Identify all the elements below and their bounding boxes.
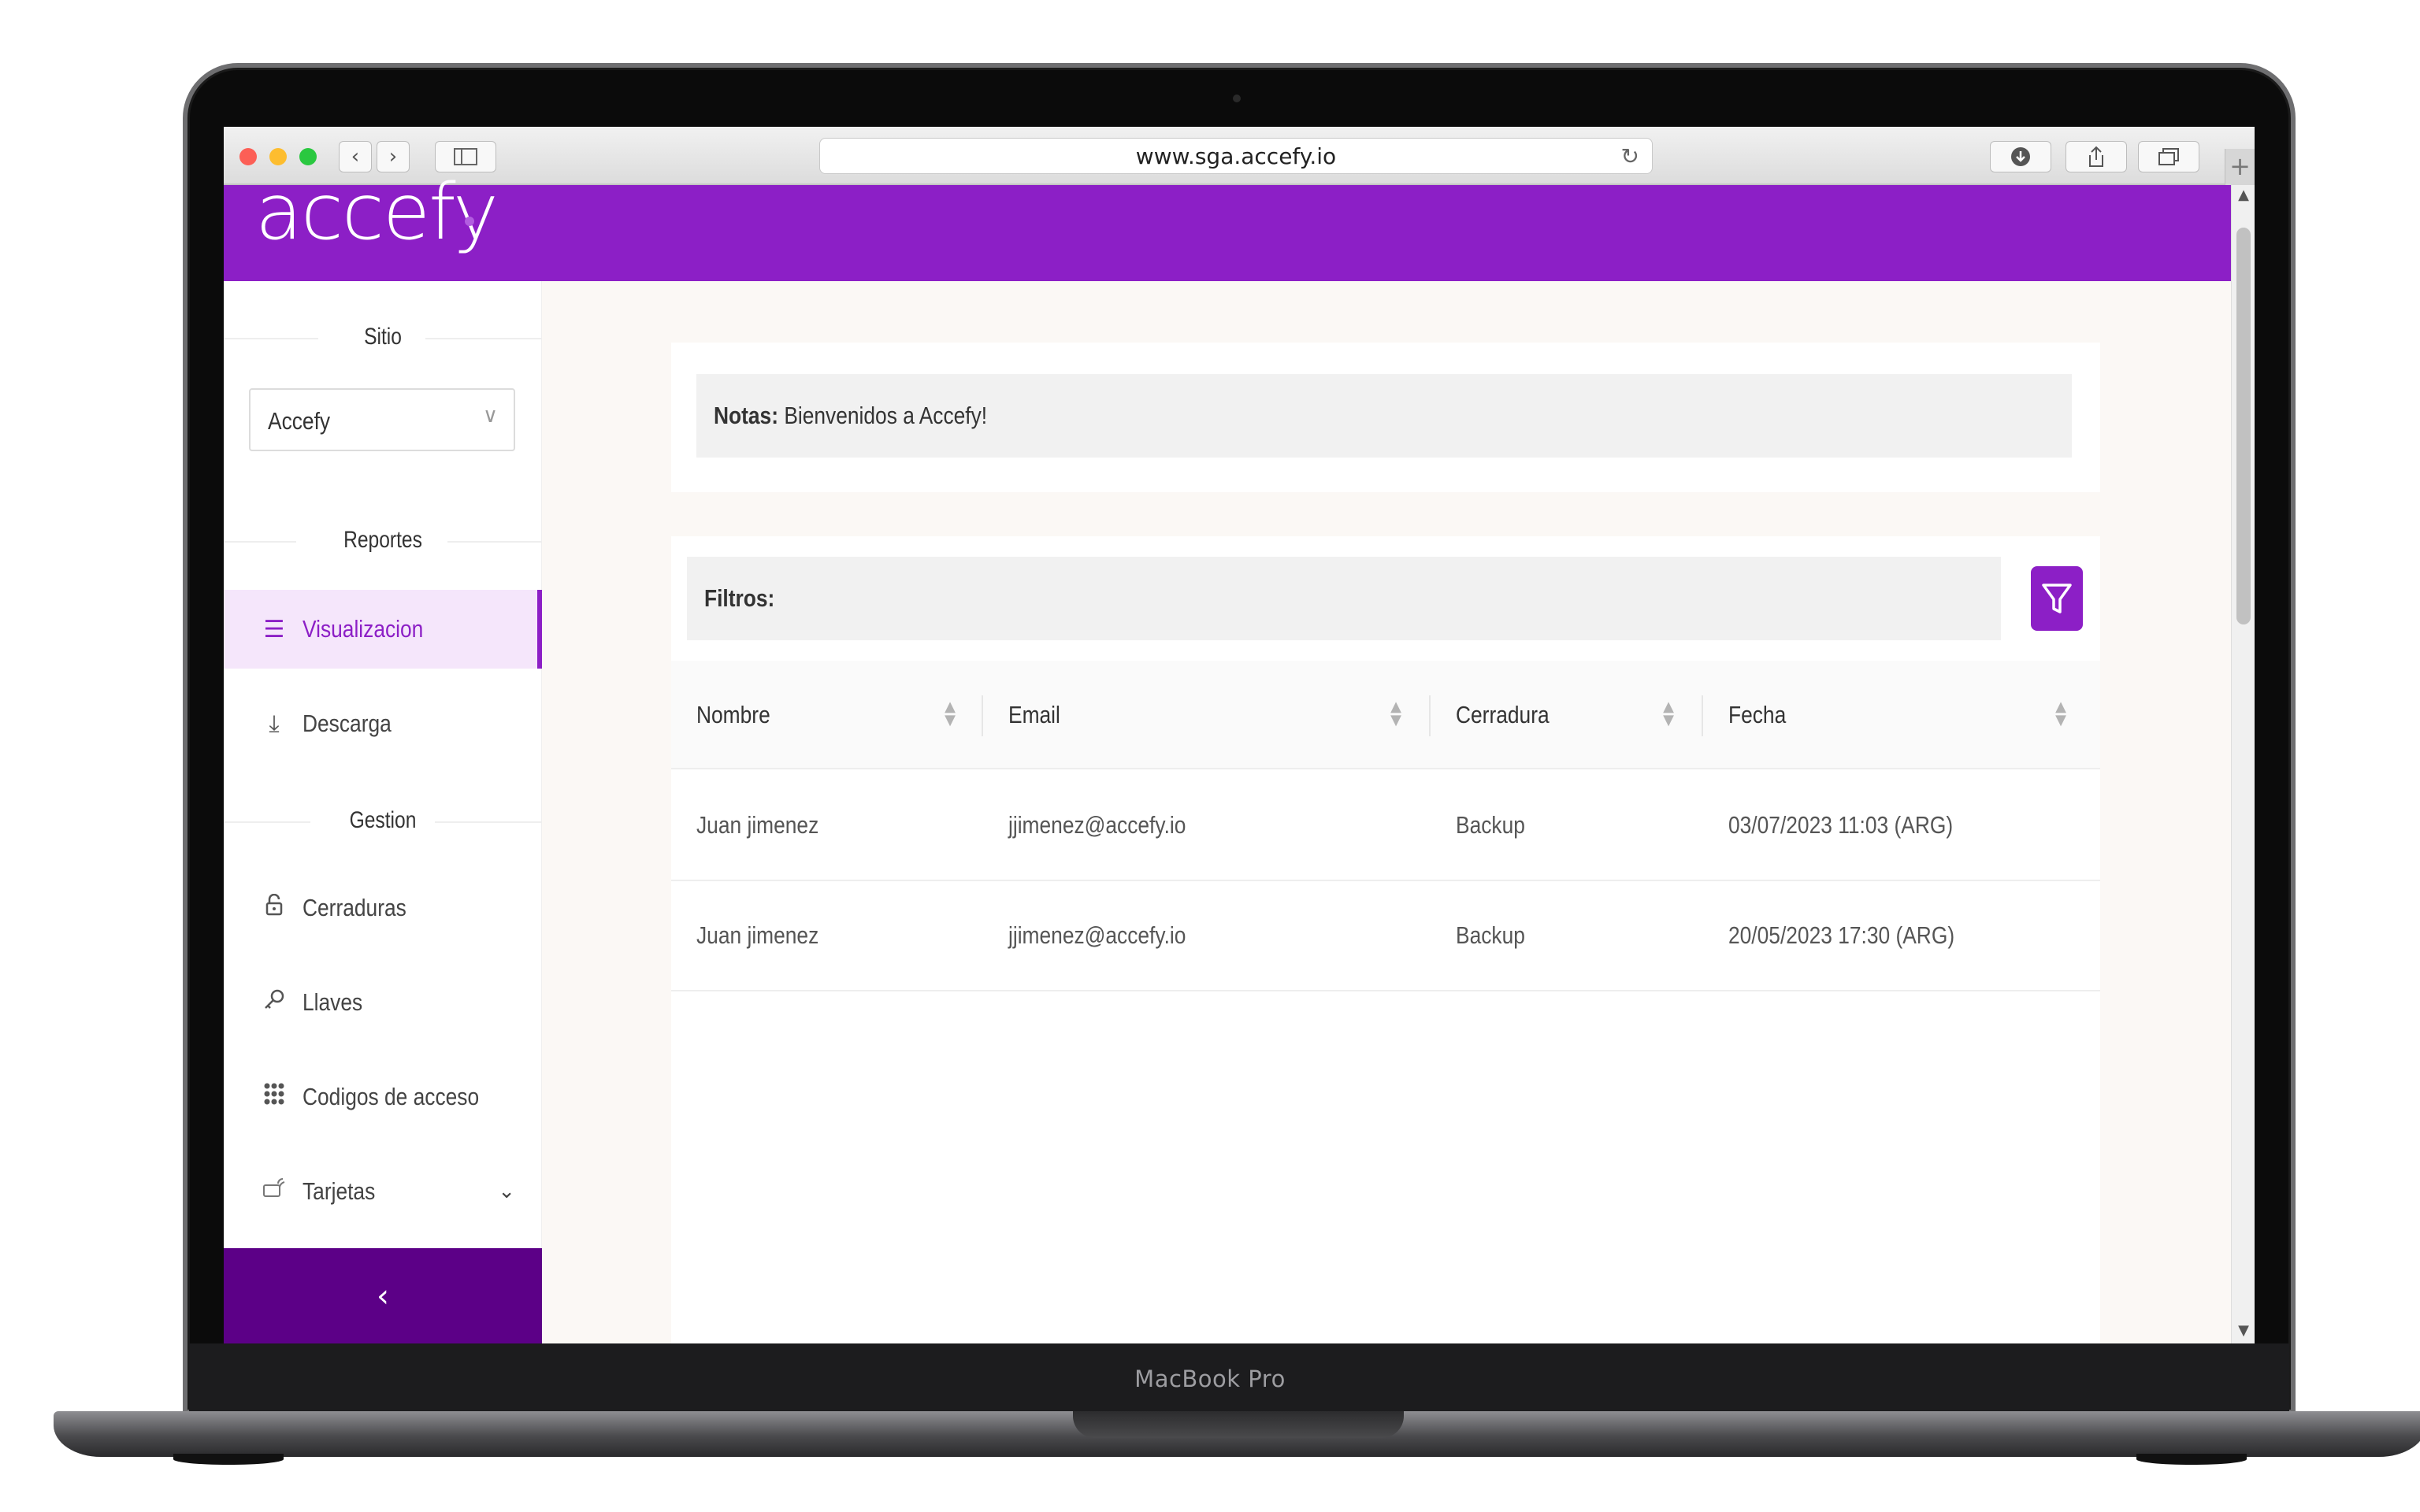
management-section-title: Gestion [349,807,417,833]
scroll-down-icon[interactable]: ▼ [2232,1322,2255,1339]
reload-icon[interactable]: ↻ [1621,143,1639,169]
chevron-down-icon[interactable]: ⌄ [498,1180,515,1203]
sidebar-item-descarga[interactable]: ⤓ Descarga [224,684,542,763]
notes-text: Bienvenidos a Accefy! [784,402,988,429]
new-tab-button[interactable]: + [2225,149,2255,185]
sort-icon[interactable]: ▲ ▼ [1661,700,1676,728]
accefy-logo[interactable]: accefy [255,168,499,258]
filters-label: Filtros: [704,584,775,612]
divider [1429,695,1431,736]
cell-cerradura: Backup [1456,921,1525,949]
column-header-cerradura[interactable]: Cerradura [1456,661,1566,769]
screen: ‹ › www.sga.accefy.io ↻ + accefy Sitio A… [224,127,2255,1343]
sidebar: Sitio Accefy ∨ Reportes ☰ Visualizacion … [224,281,542,1343]
sidebar-item-tarjetas[interactable]: Tarjetas ⌄ [224,1152,542,1231]
minimize-window-button[interactable] [269,148,287,165]
sidebar-item-codigos[interactable]: Codigos de acceso [224,1058,542,1136]
sidebar-item-cerraduras[interactable]: Cerraduras [224,869,542,947]
table-row[interactable]: Juan jimenez jjimenez@accefy.io Backup 0… [671,771,2100,881]
lock-icon [262,893,287,922]
chevron-left-icon: ‹ [351,145,360,169]
laptop-foot [173,1454,284,1465]
page-scrollbar[interactable]: ▲ ▼ [2231,185,2255,1343]
cell-email: jjimenez@accefy.io [1008,811,1186,839]
site-select[interactable]: Accefy ∨ [249,388,515,451]
sidebar-item-label: Visualizacion [302,615,424,643]
table-header: Nombre ▲ ▼ Email ▲ ▼ Cerradura ▲ ▼ Fecha ▲ ▼ [671,661,2100,769]
site-select-value: Accefy [268,407,331,435]
cell-fecha: 20/05/2023 17:30 (ARG) [1728,921,1955,949]
records-card: Filtros: Nombre ▲ ▼ Email ▲ ▼ Cerradura ▲ ▼… [671,536,2100,1343]
cell-cerradura: Backup [1456,811,1525,839]
sidebar-item-label: Codigos de acceso [302,1083,480,1110]
key-icon [262,988,287,1017]
keypad-icon [262,1082,287,1112]
notes-content: Notas: Bienvenidos a Accefy! [714,402,987,430]
download-circle-icon [2011,147,2030,166]
sidebar-item-label: Descarga [302,710,392,737]
chevron-down-icon: ∨ [482,404,498,428]
collapse-sidebar-button[interactable]: ‹ [224,1248,542,1343]
logo-dot [465,217,474,226]
sort-icon[interactable]: ▲ ▼ [1388,700,1404,728]
cell-email: jjimenez@accefy.io [1008,921,1186,949]
notes-card: Notas: Bienvenidos a Accefy! [671,343,2100,492]
divider [982,695,983,736]
tabs-icon [2158,148,2179,165]
column-header-nombre[interactable]: Nombre [696,661,783,769]
notes-banner: Notas: Bienvenidos a Accefy! [696,374,2072,458]
chevron-right-icon: › [388,145,398,169]
chevron-left-icon: ‹ [377,1277,389,1314]
card-icon [262,1177,287,1206]
list-icon: ☰ [263,615,285,643]
cell-nombre: Juan jimenez [696,921,819,949]
app-header: accefy [224,168,2231,281]
table-row[interactable]: Juan jimenez jjimenez@accefy.io Backup 2… [671,881,2100,991]
share-button[interactable] [2066,141,2127,172]
tabs-overview-button[interactable] [2138,141,2199,172]
column-header-email[interactable]: Email [1008,661,1070,769]
downloads-button[interactable] [1990,141,2051,172]
browser-toolbar: ‹ › www.sga.accefy.io ↻ + [224,127,2255,185]
sort-icon[interactable]: ▲ ▼ [942,700,958,728]
laptop-base-notch [1073,1411,1404,1438]
site-section-title: Sitio [364,324,402,350]
maximize-window-button[interactable] [299,148,317,165]
device-label: MacBook Pro [1134,1366,1286,1392]
share-icon [2089,146,2103,167]
scroll-thumb[interactable] [2236,228,2251,624]
address-bar[interactable]: www.sga.accefy.io ↻ [819,138,1653,174]
url-text: www.sga.accefy.io [1135,143,1337,169]
sidebar-item-visualizacion[interactable]: ☰ Visualizacion [224,590,542,669]
filter-button[interactable] [2031,566,2083,631]
divider [1702,695,1703,736]
camera-dot [1233,94,1241,102]
notes-label: Notas: [714,402,778,429]
sort-icon[interactable]: ▲ ▼ [2053,700,2069,728]
funnel-icon [2042,584,2072,613]
close-window-button[interactable] [239,148,257,165]
laptop-foot [2136,1454,2247,1465]
cell-nombre: Juan jimenez [696,811,819,839]
sidebar-panel-icon [454,148,477,165]
sidebar-item-label: Llaves [302,988,363,1016]
filters-bar: Filtros: [687,557,2001,640]
column-header-fecha[interactable]: Fecha [1728,661,1796,769]
plus-icon: + [2229,151,2251,181]
sidebar-item-llaves[interactable]: Llaves [224,963,542,1042]
reports-section-title: Reportes [343,527,422,553]
sidebar-item-label: Cerraduras [302,894,406,921]
sidebar-item-label: Tarjetas [302,1177,376,1205]
cell-fecha: 03/07/2023 11:03 (ARG) [1728,811,1954,839]
scroll-up-icon[interactable]: ▲ [2232,187,2255,203]
download-icon: ⤓ [269,710,280,738]
page-viewport: accefy Sitio Accefy ∨ Reportes ☰ Visuali… [224,168,2255,1343]
